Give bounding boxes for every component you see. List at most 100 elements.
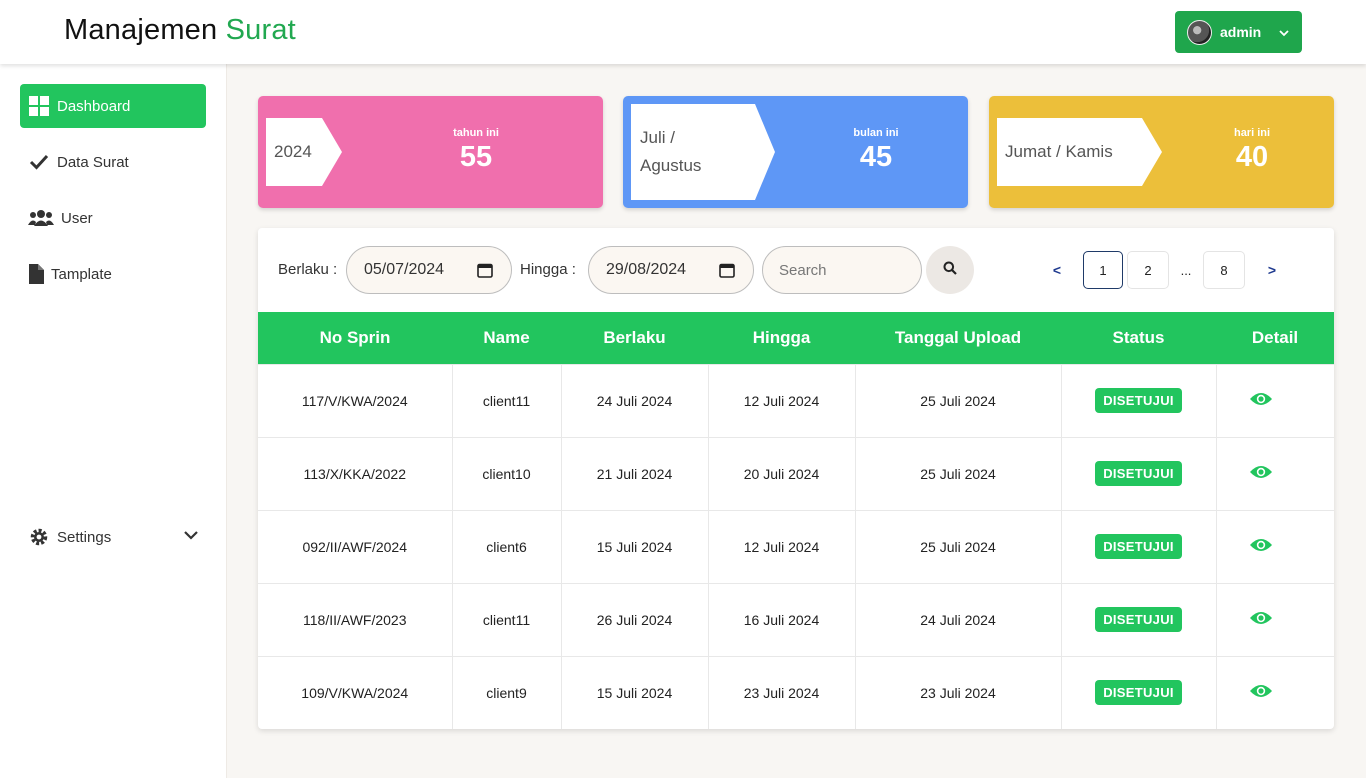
calendar-icon — [477, 262, 493, 283]
eye-icon[interactable] — [1249, 391, 1273, 407]
eye-icon[interactable] — [1249, 537, 1273, 553]
sidebar-item-label: Dashboard — [57, 97, 131, 115]
pagination-prev[interactable]: < — [1047, 251, 1067, 289]
calendar-icon — [719, 262, 735, 283]
user-name: admin — [1220, 24, 1262, 40]
cell-no-sprin: 109/V/KWA/2024 — [258, 655, 452, 729]
status-badge: DISETUJUI — [1095, 680, 1182, 706]
cell-detail — [1215, 436, 1334, 510]
cell-berlaku: 26 Juli 2024 — [560, 582, 708, 656]
column-header[interactable]: Detail — [1216, 312, 1334, 364]
cell-name: client10 — [451, 436, 561, 510]
sidebar-item-data-surat[interactable]: Data Surat — [20, 140, 206, 184]
stat-caption: bulan ini — [853, 127, 899, 139]
cell-detail — [1215, 655, 1334, 729]
cell-status: DISETUJUI — [1060, 509, 1216, 583]
grid-icon — [28, 95, 50, 117]
sidebar-item-settings[interactable]: Settings — [20, 515, 206, 559]
pagination-next[interactable]: > — [1262, 251, 1282, 289]
stat-value-block: bulan ini 45 — [826, 127, 926, 174]
sidebar-item-user[interactable]: User — [20, 196, 206, 240]
column-header[interactable]: Name — [452, 312, 561, 364]
berlaku-label: Berlaku : — [278, 261, 338, 278]
stat-value-block: hari ini 40 — [1202, 127, 1302, 174]
cell-name: client11 — [451, 582, 561, 656]
table-row: 092/II/AWF/2024 client6 15 Juli 2024 12 … — [258, 509, 1334, 583]
brand-title: Manajemen Surat — [64, 14, 296, 47]
hingga-date-input[interactable]: 29/08/2024 — [588, 246, 754, 294]
cell-berlaku: 15 Juli 2024 — [560, 655, 708, 729]
column-header[interactable]: Status — [1061, 312, 1216, 364]
brand-main: Manajemen — [64, 14, 218, 46]
hingga-label: Hingga : — [520, 261, 576, 278]
eye-icon[interactable] — [1249, 610, 1273, 626]
pagination-page-1[interactable]: 1 — [1083, 251, 1123, 289]
sidebar-item-tamplate[interactable]: Tamplate — [20, 252, 206, 296]
cell-detail — [1215, 582, 1334, 656]
hingga-date-value: 29/08/2024 — [606, 261, 687, 278]
cell-status: DISETUJUI — [1060, 436, 1216, 510]
status-badge: DISETUJUI — [1095, 534, 1182, 559]
sidebar-item-label: Data Surat — [57, 153, 129, 171]
cell-detail — [1215, 509, 1334, 583]
cell-hingga: 23 Juli 2024 — [707, 655, 855, 729]
stat-card-month: Juli / Agustus bulan ini 45 — [623, 96, 968, 208]
column-header[interactable]: Tanggal Upload — [855, 312, 1061, 364]
stat-tag: Jumat / Kamis — [997, 118, 1162, 186]
brand-accent: Surat — [225, 14, 296, 46]
cell-berlaku: 24 Juli 2024 — [560, 363, 708, 437]
chevron-down-icon — [1279, 24, 1289, 40]
search-button[interactable] — [926, 246, 974, 294]
pagination-page-last[interactable]: 8 — [1203, 251, 1245, 289]
column-header[interactable]: Hingga — [708, 312, 855, 364]
stat-caption: hari ini — [1233, 127, 1271, 139]
user-menu-button[interactable]: admin — [1175, 11, 1302, 53]
cell-hingga: 12 Juli 2024 — [707, 363, 855, 437]
search-icon — [943, 261, 957, 280]
table-row: 109/V/KWA/2024 client9 15 Juli 2024 23 J… — [258, 655, 1334, 729]
sidebar-item-label: Tamplate — [51, 265, 112, 283]
cell-no-sprin: 117/V/KWA/2024 — [258, 363, 452, 437]
cell-upload: 23 Juli 2024 — [854, 655, 1061, 729]
cell-name: client11 — [451, 363, 561, 437]
avatar — [1187, 19, 1212, 45]
stat-tag: Juli / Agustus — [631, 104, 775, 200]
column-header[interactable]: No Sprin — [258, 312, 452, 364]
eye-icon[interactable] — [1249, 464, 1273, 480]
cell-status: DISETUJUI — [1060, 655, 1216, 729]
column-header[interactable]: Berlaku — [561, 312, 708, 364]
settings-label: Settings — [57, 528, 112, 546]
pagination-page-2[interactable]: 2 — [1127, 251, 1169, 289]
table-row: 113/X/KKA/2022 client10 21 Juli 2024 20 … — [258, 436, 1334, 510]
stat-card-day: Jumat / Kamis hari ini 40 — [989, 96, 1334, 208]
cell-no-sprin: 118/II/AWF/2023 — [258, 582, 452, 656]
sidebar-item-dashboard[interactable]: Dashboard — [20, 84, 206, 128]
table-header-row: No Sprin Name Berlaku Hingga Tanggal Upl… — [258, 312, 1334, 364]
table-row: 118/II/AWF/2023 client11 26 Juli 2024 16… — [258, 582, 1334, 656]
gear-icon — [28, 526, 50, 548]
stat-value: 55 — [459, 141, 493, 173]
cell-berlaku: 15 Juli 2024 — [560, 509, 708, 583]
cell-name: client6 — [451, 509, 561, 583]
stat-tag-line1: Juli / — [640, 128, 675, 147]
pagination-ellipsis: ... — [1180, 262, 1192, 278]
cell-no-sprin: 113/X/KKA/2022 — [258, 436, 452, 510]
search-placeholder: Search — [779, 261, 827, 279]
table-row: 117/V/KWA/2024 client11 24 Juli 2024 12 … — [258, 363, 1334, 437]
sidebar-item-label: User — [61, 209, 93, 227]
stat-value-block: tahun ini 55 — [426, 127, 526, 174]
berlaku-date-input[interactable]: 05/07/2024 — [346, 246, 512, 294]
eye-icon[interactable] — [1249, 683, 1273, 699]
cell-hingga: 20 Juli 2024 — [707, 436, 855, 510]
cell-name: client9 — [451, 655, 561, 729]
stat-caption: tahun ini — [453, 127, 499, 139]
search-input[interactable]: Search — [762, 246, 922, 294]
cell-upload: 25 Juli 2024 — [854, 363, 1061, 437]
sidebar: Dashboard Data Surat User Tamplate Setti… — [0, 64, 227, 778]
status-badge: DISETUJUI — [1095, 388, 1182, 413]
cell-no-sprin: 092/II/AWF/2024 — [258, 509, 452, 583]
check-icon — [28, 151, 50, 173]
stat-card-year: 2024 tahun ini 55 — [258, 96, 603, 208]
cell-detail — [1215, 363, 1334, 437]
stat-value: 45 — [859, 141, 893, 173]
